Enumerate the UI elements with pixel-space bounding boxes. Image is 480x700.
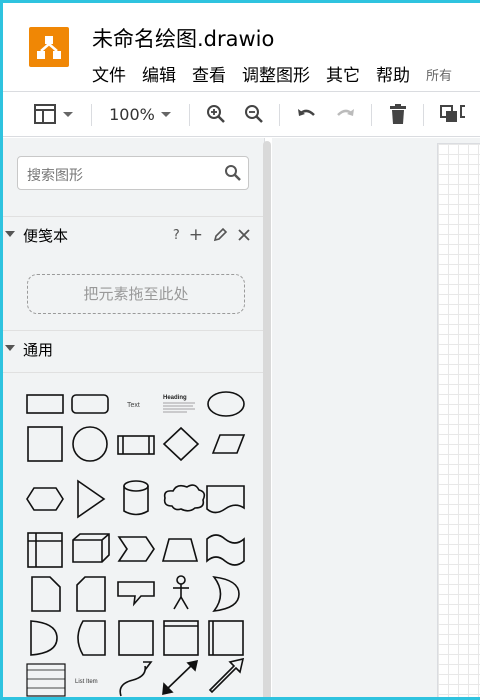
toolbar-separator bbox=[423, 104, 424, 126]
shape-hexagon[interactable] bbox=[26, 487, 64, 511]
scratchpad-add-button[interactable]: + bbox=[189, 225, 203, 245]
shape-container[interactable] bbox=[163, 620, 199, 656]
scratchpad-help-button[interactable]: ? bbox=[173, 228, 180, 243]
shape-list[interactable] bbox=[26, 663, 66, 697]
scratchpad-section-header[interactable]: 便笺本 ? + bbox=[3, 216, 265, 252]
shape-triangle[interactable] bbox=[77, 479, 106, 519]
toolbar: 100% bbox=[3, 91, 480, 137]
to-front-icon bbox=[440, 105, 465, 122]
to-front-button[interactable] bbox=[437, 100, 467, 128]
document-title[interactable]: 未命名绘图.drawio bbox=[92, 23, 274, 53]
shape-step[interactable] bbox=[117, 536, 155, 562]
shape-card[interactable] bbox=[76, 576, 106, 612]
toolbar-separator bbox=[189, 104, 190, 126]
shape-heading-label: Heading bbox=[163, 395, 187, 401]
zoom-out-button[interactable] bbox=[241, 100, 267, 128]
save-status-text: 所有 bbox=[426, 69, 453, 84]
scratchpad-dropzone[interactable]: 把元素拖至此处 bbox=[27, 274, 245, 314]
shape-text[interactable]: Text bbox=[127, 402, 140, 409]
diagram-page-grid[interactable] bbox=[437, 143, 480, 697]
shape-delay[interactable] bbox=[30, 620, 58, 656]
menu-bar: 文件 编辑 查看 调整图形 其它 帮助 所有 bbox=[92, 61, 468, 86]
app-header: 未命名绘图.drawio 文件 编辑 查看 调整图形 其它 帮助 所有 bbox=[3, 3, 480, 91]
zoom-level: 100% bbox=[109, 104, 155, 124]
shape-square[interactable] bbox=[27, 426, 63, 462]
delete-icon bbox=[390, 104, 406, 124]
menu-arrange[interactable]: 调整图形 bbox=[242, 61, 310, 86]
delete-button[interactable] bbox=[385, 100, 411, 128]
shape-actor[interactable] bbox=[173, 575, 189, 610]
format-panel-button[interactable] bbox=[31, 100, 81, 128]
shape-parallelogram[interactable] bbox=[211, 434, 246, 454]
format-panel-icon bbox=[34, 104, 73, 124]
shape-cloud[interactable] bbox=[163, 484, 206, 512]
drawio-logo-icon[interactable] bbox=[29, 27, 69, 67]
undo-icon bbox=[298, 109, 315, 116]
toolbar-separator bbox=[91, 104, 92, 126]
shape-rounded-rectangle[interactable] bbox=[71, 394, 109, 414]
shape-cylinder[interactable] bbox=[123, 480, 149, 516]
chevron-down-icon bbox=[5, 345, 15, 351]
shape-internal-storage[interactable] bbox=[27, 532, 63, 568]
close-icon[interactable] bbox=[237, 228, 251, 242]
chevron-down-icon bbox=[160, 112, 171, 117]
shape-tape[interactable] bbox=[206, 534, 245, 566]
menu-edit[interactable]: 编辑 bbox=[142, 61, 176, 86]
edit-pencil-icon[interactable] bbox=[212, 227, 228, 243]
shape-process[interactable] bbox=[117, 435, 155, 455]
toolbar-separator bbox=[279, 104, 280, 126]
shape-curve[interactable] bbox=[119, 661, 153, 697]
menu-file[interactable]: 文件 bbox=[92, 61, 126, 86]
redo-button[interactable] bbox=[331, 100, 359, 128]
search-placeholder: 搜索图形 bbox=[27, 168, 83, 184]
shape-document[interactable] bbox=[206, 485, 245, 514]
shape-callout[interactable] bbox=[117, 581, 155, 607]
shape-data-storage[interactable] bbox=[77, 620, 106, 656]
shape-rectangle[interactable] bbox=[26, 394, 64, 414]
sidebar-scrollbar[interactable] bbox=[263, 141, 271, 697]
chevron-down-icon bbox=[5, 231, 15, 237]
shape-heading-textbox[interactable]: Heading bbox=[163, 395, 195, 413]
zoom-in-button[interactable] bbox=[203, 100, 229, 128]
shape-trapezoid[interactable] bbox=[161, 538, 199, 562]
redo-icon bbox=[337, 109, 354, 116]
zoom-dropdown[interactable]: 100% bbox=[105, 100, 179, 128]
shape-square-2[interactable] bbox=[118, 620, 154, 656]
menu-view[interactable]: 查看 bbox=[192, 61, 226, 86]
shape-cube[interactable] bbox=[72, 533, 110, 563]
undo-button[interactable] bbox=[293, 100, 321, 128]
scratchpad-title: 便笺本 bbox=[23, 227, 69, 245]
search-icon[interactable] bbox=[224, 164, 242, 182]
shape-diamond[interactable] bbox=[162, 426, 200, 462]
shape-note[interactable] bbox=[31, 576, 61, 612]
menu-extras[interactable]: 其它 bbox=[326, 61, 360, 86]
scratchpad-actions: ? + bbox=[173, 225, 251, 245]
shape-flexible-arrow[interactable] bbox=[208, 657, 245, 694]
toolbar-separator bbox=[371, 104, 372, 126]
general-shapes-palette: Text Heading List Item bbox=[26, 391, 246, 697]
shape-search-input[interactable]: 搜索图形 bbox=[17, 156, 249, 190]
menu-help[interactable]: 帮助 bbox=[376, 61, 410, 86]
shape-list-item[interactable]: List Item bbox=[75, 679, 98, 685]
zoom-out-icon bbox=[245, 105, 263, 123]
app-window: 未命名绘图.drawio 文件 编辑 查看 调整图形 其它 帮助 所有 100% bbox=[0, 0, 480, 700]
shape-swimlane[interactable] bbox=[208, 620, 244, 656]
divider bbox=[3, 372, 265, 373]
shape-ellipse[interactable] bbox=[207, 391, 245, 417]
shapes-sidebar: 搜索图形 便笺本 ? + 把元素拖至此处 通用 Text Heading Lis… bbox=[3, 138, 265, 697]
general-section-header[interactable]: 通用 bbox=[3, 330, 265, 366]
zoom-in-icon bbox=[207, 105, 225, 123]
general-title: 通用 bbox=[23, 341, 54, 359]
shape-circle[interactable] bbox=[72, 426, 108, 462]
shape-or[interactable] bbox=[212, 575, 240, 613]
shape-bidirectional-arrow[interactable] bbox=[162, 659, 199, 696]
